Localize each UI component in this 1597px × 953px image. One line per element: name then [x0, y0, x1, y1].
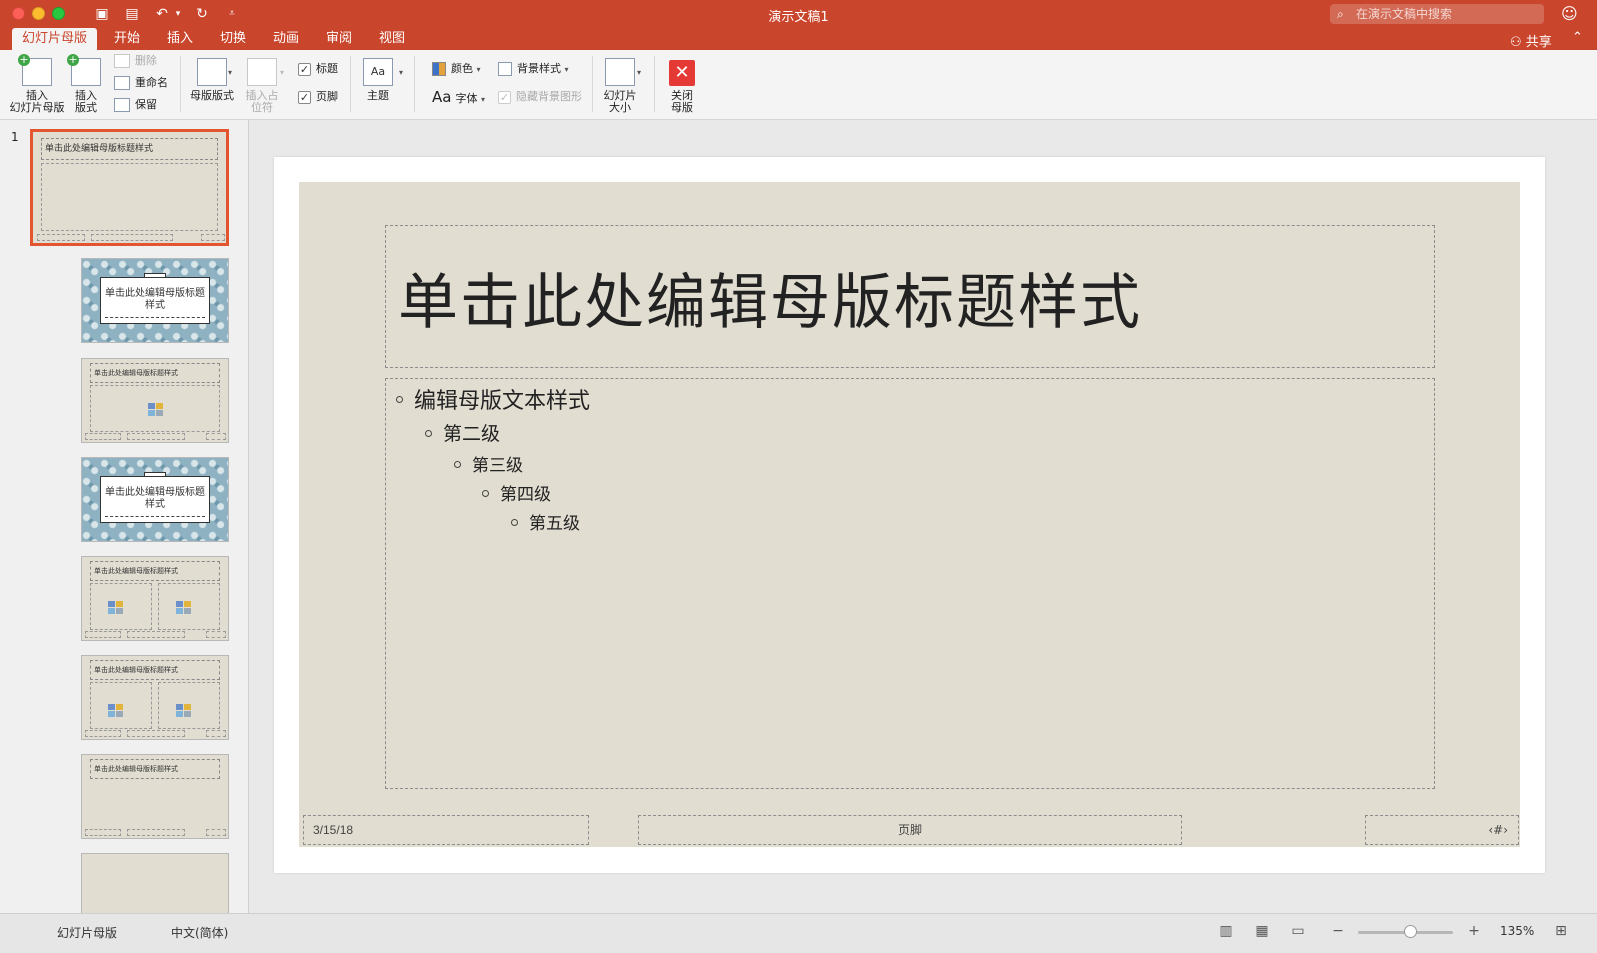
presenter-view-icon[interactable]: ▭ [1290, 923, 1306, 939]
thumbnail-layout-title-only[interactable]: 单击此处编辑母版标题样式 [81, 754, 229, 839]
language-indicator[interactable]: 中文(简体) [171, 924, 228, 941]
tab-review[interactable]: 审阅 [316, 28, 362, 50]
themes-button[interactable]: Aa 主题 [360, 58, 396, 102]
title-text: 单击此处编辑母版标题样式 [398, 254, 1142, 341]
body-placeholder[interactable]: 编辑母版文本样式 第二级 第三级 第四级 第五级 [385, 378, 1435, 789]
insert-layout-icon: + [71, 58, 101, 86]
title-checkbox[interactable]: ✓标题 [298, 60, 338, 78]
share-button[interactable]: ⚇ 共享 [1510, 31, 1552, 50]
tab-insert[interactable]: 插入 [157, 28, 203, 50]
checkmark-icon: ✓ [298, 63, 311, 76]
checkmark-icon: ✓ [298, 91, 311, 104]
insert-slide-master-button[interactable]: + 插入 幻灯片母版 [8, 58, 66, 114]
close-icon: ✕ [669, 60, 695, 86]
thumbnail-layout-two-content[interactable]: 单击此处编辑母版标题样式 [81, 556, 229, 641]
delete-button[interactable]: 删除 [114, 52, 157, 70]
themes-icon: Aa [363, 58, 393, 86]
master-layout-icon [197, 58, 227, 86]
colors-icon [432, 62, 446, 76]
footer-placeholder[interactable]: 页脚 [638, 815, 1182, 845]
rename-icon [114, 76, 130, 90]
insert-placeholder-button[interactable]: 插入占 位符 [242, 58, 282, 114]
master-slide: 单击此处编辑母版标题样式 编辑母版文本样式 第二级 第三级 第四级 第五级 3/… [299, 182, 1520, 847]
thumbnail-layout-content[interactable]: 单击此处编辑母版标题样式 [81, 358, 229, 443]
search-input[interactable]: ⌕ 在演示文稿中搜索 [1330, 4, 1544, 24]
ribbon: + 插入 幻灯片母版 + 插入 版式 删除 重命名 保留 母版版式 ▾ 插入占 … [0, 50, 1597, 120]
rename-button[interactable]: 重命名 [114, 74, 168, 92]
slide-editor-canvas: 单击此处编辑母版标题样式 编辑母版文本样式 第二级 第三级 第四级 第五级 3/… [250, 120, 1597, 913]
colors-button[interactable]: 颜色 ▾ [432, 60, 481, 78]
slide-sorter-icon[interactable]: ▦ [1254, 923, 1270, 939]
text-level-1: 编辑母版文本样式 [414, 383, 590, 415]
title-placeholder[interactable]: 单击此处编辑母版标题样式 [385, 225, 1435, 368]
fonts-button[interactable]: Aa字体 ▾ [432, 88, 485, 106]
ribbon-separator [180, 56, 181, 112]
ribbon-separator [414, 56, 415, 112]
collapse-ribbon-icon[interactable]: ⌃ [1572, 30, 1583, 45]
insert-layout-button[interactable]: + 插入 版式 [68, 58, 104, 114]
tab-home[interactable]: 开始 [104, 28, 150, 50]
preserve-button[interactable]: 保留 [114, 96, 157, 114]
zoom-slider-handle[interactable] [1404, 925, 1417, 938]
themes-dropdown-icon[interactable]: ▾ [399, 68, 403, 77]
background-styles-button[interactable]: 背景样式 ▾ [498, 60, 569, 78]
tab-animations[interactable]: 动画 [263, 28, 309, 50]
status-bar: 幻灯片母版 中文(简体) ▥ ▦ ▭ − + 135% ⊞ [0, 913, 1597, 953]
text-level-5: 第五级 [529, 509, 580, 534]
hide-background-graphics-checkbox[interactable]: ✓隐藏背景图形 [498, 88, 582, 106]
master-layout-dropdown-icon[interactable]: ▾ [228, 68, 232, 77]
master-layout-button[interactable]: 母版版式 [188, 58, 236, 102]
tab-slide-master[interactable]: 幻灯片母版 [12, 28, 97, 50]
normal-view-icon[interactable]: ▥ [1218, 923, 1234, 939]
preserve-icon [114, 98, 130, 112]
text-level-3: 第三级 [472, 451, 523, 476]
fonts-icon: Aa [432, 88, 451, 106]
slide-thumbnail-pane: 1 单击此处编辑母版标题样式 单击此处编辑母版标题样式 单击此处编辑母版标题样式… [0, 120, 249, 913]
ribbon-separator [654, 56, 655, 112]
insert-placeholder-dropdown-icon[interactable]: ▾ [280, 68, 284, 77]
slide-number-placeholder[interactable]: ‹#› [1365, 815, 1519, 845]
title-bar: ▣ ▤ ↶ ▾ ↻ ⩡ 演示文稿1 ⌕ 在演示文稿中搜索 ☺ [0, 0, 1597, 28]
add-person-icon: ⚇ [1510, 35, 1522, 50]
zoom-out-icon[interactable]: − [1330, 923, 1346, 939]
search-icon: ⌕ [1337, 4, 1344, 24]
ribbon-separator [350, 56, 351, 112]
view-name: 幻灯片母版 [57, 924, 117, 941]
tab-view[interactable]: 视图 [369, 28, 415, 50]
tab-transitions[interactable]: 切换 [210, 28, 256, 50]
thumbnail-layout-section[interactable]: 单击此处编辑母版标题样式 [81, 457, 229, 542]
feedback-smiley-icon[interactable]: ☺ [1561, 4, 1578, 23]
thumbnail-layout-title[interactable]: 单击此处编辑母版标题样式 [81, 258, 229, 343]
date-placeholder[interactable]: 3/15/18 [303, 815, 589, 845]
insert-master-icon: + [22, 58, 52, 86]
fit-to-window-icon[interactable]: ⊞ [1553, 923, 1569, 939]
zoom-level[interactable]: 135% [1500, 924, 1534, 938]
insert-placeholder-icon [247, 58, 277, 86]
slide-number: 1 [11, 130, 19, 144]
slide-size-icon [605, 58, 635, 86]
zoom-in-icon[interactable]: + [1466, 923, 1482, 939]
thumbnail-master[interactable]: 单击此处编辑母版标题样式 [30, 129, 229, 246]
thumbnail-layout-blank[interactable] [81, 853, 229, 913]
thumbnail-layout-comparison[interactable]: 单击此处编辑母版标题样式 [81, 655, 229, 740]
slide-size-dropdown-icon[interactable]: ▾ [637, 68, 641, 77]
ribbon-separator [592, 56, 593, 112]
slide-size-button[interactable]: 幻灯片 大小 [600, 58, 640, 114]
text-level-2: 第二级 [443, 419, 500, 446]
checkmark-icon: ✓ [498, 91, 511, 104]
slide-frame: 单击此处编辑母版标题样式 编辑母版文本样式 第二级 第三级 第四级 第五级 3/… [274, 157, 1545, 873]
text-level-4: 第四级 [500, 480, 551, 505]
close-master-button[interactable]: ✕ 关闭 母版 [664, 60, 700, 114]
delete-icon [114, 54, 130, 68]
background-styles-icon [498, 62, 512, 76]
footer-checkbox[interactable]: ✓页脚 [298, 88, 338, 106]
search-placeholder: 在演示文稿中搜索 [1356, 7, 1452, 21]
placeholder-icons [148, 403, 170, 417]
ribbon-tabs: 幻灯片母版 开始 插入 切换 动画 审阅 视图 ⚇ 共享 ⌃ [0, 28, 1597, 50]
